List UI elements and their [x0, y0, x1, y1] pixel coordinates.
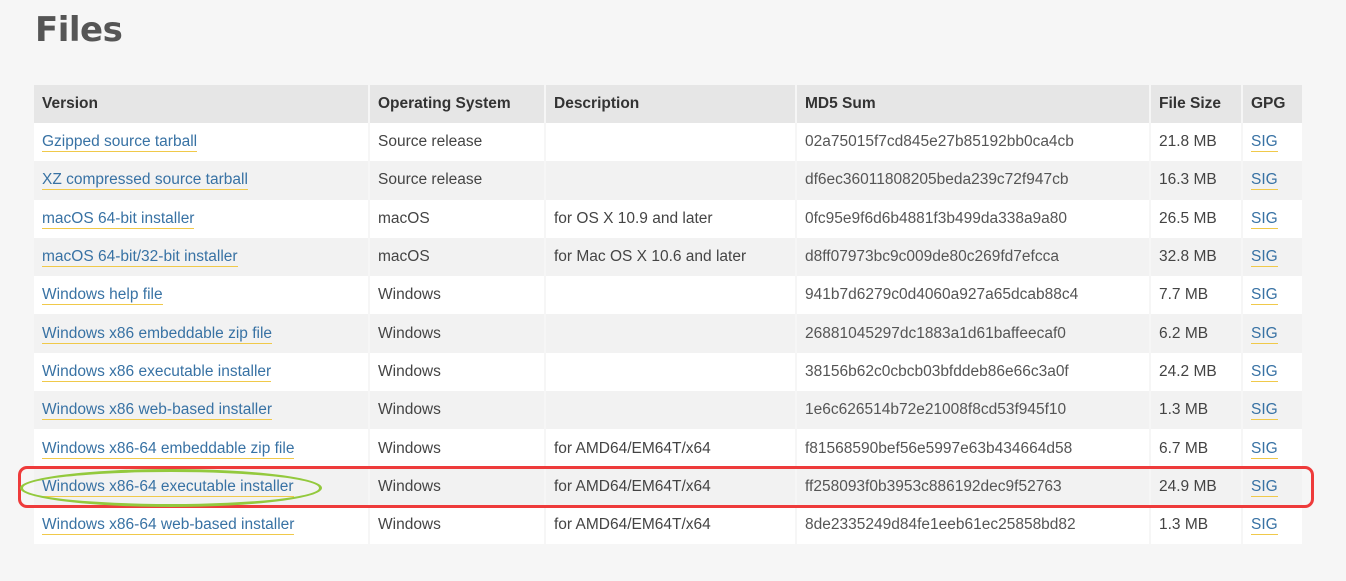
- gpg-sig-link[interactable]: SIG: [1251, 171, 1278, 191]
- header-operating-system: Operating System: [369, 85, 546, 123]
- header-md5-sum: MD5 Sum: [796, 85, 1151, 123]
- gpg-sig-link[interactable]: SIG: [1251, 248, 1278, 268]
- gpg-sig-link[interactable]: SIG: [1251, 362, 1278, 382]
- md5-cell: 1e6c626514b72e21008f8cd53f945f10: [796, 391, 1151, 430]
- description-cell: [545, 352, 797, 392]
- gpg-sig-link[interactable]: SIG: [1251, 209, 1278, 229]
- size-cell: 6.2 MB: [1150, 314, 1243, 353]
- version-link[interactable]: Windows x86-64 embeddable zip file: [42, 439, 295, 459]
- version-link[interactable]: Windows help file: [42, 286, 163, 306]
- table-row: Windows x86 web-based installer Windows …: [34, 391, 1302, 430]
- os-cell: Windows: [369, 352, 546, 392]
- table-row: Windows x86-64 embeddable zip file Windo…: [34, 429, 1302, 468]
- size-cell: 1.3 MB: [1150, 391, 1243, 430]
- version-link[interactable]: Windows x86 embeddable zip file: [42, 324, 273, 344]
- os-cell: Windows: [369, 314, 546, 353]
- table-row: macOS 64-bit installer macOS for OS X 10…: [34, 199, 1302, 238]
- size-cell: 6.7 MB: [1150, 429, 1243, 468]
- header-description: Description: [545, 85, 797, 123]
- md5-cell: ff258093f0b3953c886192dec9f52763: [796, 467, 1151, 506]
- os-cell: Source release: [369, 161, 546, 200]
- gpg-sig-link[interactable]: SIG: [1251, 439, 1278, 459]
- size-cell: 1.3 MB: [1150, 505, 1243, 545]
- md5-cell: 0fc95e9f6d6b4881f3b499da338a9a80: [796, 199, 1151, 238]
- description-cell: [545, 314, 797, 353]
- version-link[interactable]: Windows x86-64 web-based installer: [42, 516, 295, 536]
- md5-cell: 26881045297dc1883a1d61baffeecaf0: [796, 314, 1151, 353]
- gpg-sig-link[interactable]: SIG: [1251, 516, 1278, 536]
- size-cell: 24.2 MB: [1150, 352, 1243, 392]
- md5-cell: 8de2335249d84fe1eeb61ec25858bd82: [796, 505, 1151, 545]
- description-cell: [545, 276, 797, 315]
- description-cell: for AMD64/EM64T/x64: [545, 467, 797, 506]
- size-cell: 24.9 MB: [1150, 467, 1243, 506]
- gpg-sig-link[interactable]: SIG: [1251, 286, 1278, 306]
- version-link[interactable]: XZ compressed source tarball: [42, 171, 248, 191]
- table-row: XZ compressed source tarball Source rele…: [34, 161, 1302, 200]
- gpg-sig-link[interactable]: SIG: [1251, 133, 1278, 153]
- description-cell: [545, 391, 797, 430]
- version-link[interactable]: macOS 64-bit/32-bit installer: [42, 248, 238, 268]
- os-cell: Windows: [369, 505, 546, 545]
- table-row: macOS 64-bit/32-bit installer macOS for …: [34, 237, 1302, 277]
- description-cell: [545, 123, 797, 162]
- md5-cell: f81568590bef56e5997e63b434664d58: [796, 429, 1151, 468]
- version-link-highlighted[interactable]: Windows x86-64 executable installer: [42, 477, 294, 497]
- gpg-sig-link[interactable]: SIG: [1251, 477, 1278, 497]
- version-link[interactable]: Gzipped source tarball: [42, 133, 198, 153]
- description-cell: for OS X 10.9 and later: [545, 199, 797, 238]
- description-cell: [545, 161, 797, 200]
- os-cell: macOS: [369, 237, 546, 277]
- size-cell: 7.7 MB: [1150, 276, 1243, 315]
- description-cell: for AMD64/EM64T/x64: [545, 505, 797, 545]
- os-cell: Source release: [369, 123, 546, 162]
- os-cell: Windows: [369, 429, 546, 468]
- size-cell: 32.8 MB: [1150, 237, 1243, 277]
- table-header-row: Version Operating System Description MD5…: [34, 85, 1302, 123]
- version-link[interactable]: macOS 64-bit installer: [42, 209, 195, 229]
- files-table: Version Operating System Description MD5…: [34, 85, 1302, 545]
- header-gpg: GPG: [1242, 85, 1302, 123]
- os-cell: Windows: [369, 391, 546, 430]
- files-page: Files Version Operating System Descripti…: [0, 0, 1346, 581]
- os-cell: Windows: [369, 276, 546, 315]
- description-cell: for Mac OS X 10.6 and later: [545, 237, 797, 277]
- os-cell: macOS: [369, 199, 546, 238]
- table-row: Gzipped source tarball Source release 02…: [34, 123, 1302, 162]
- md5-cell: df6ec36011808205beda239c72f947cb: [796, 161, 1151, 200]
- version-link[interactable]: Windows x86 executable installer: [42, 362, 272, 382]
- table-row-highlighted: Windows x86-64 executable installer Wind…: [34, 467, 1302, 506]
- table-row: Windows help file Windows 941b7d6279c0d4…: [34, 276, 1302, 315]
- md5-cell: 02a75015f7cd845e27b85192bb0ca4cb: [796, 123, 1151, 162]
- os-cell: Windows: [369, 467, 546, 506]
- version-link[interactable]: Windows x86 web-based installer: [42, 401, 273, 421]
- header-version: Version: [34, 85, 370, 123]
- size-cell: 16.3 MB: [1150, 161, 1243, 200]
- size-cell: 21.8 MB: [1150, 123, 1243, 162]
- header-file-size: File Size: [1150, 85, 1243, 123]
- gpg-sig-link[interactable]: SIG: [1251, 401, 1278, 421]
- page-title: Files: [35, 10, 123, 50]
- gpg-sig-link[interactable]: SIG: [1251, 324, 1278, 344]
- md5-cell: 941b7d6279c0d4060a927a65dcab88c4: [796, 276, 1151, 315]
- table-row: Windows x86-64 web-based installer Windo…: [34, 505, 1302, 545]
- table-row: Windows x86 embeddable zip file Windows …: [34, 314, 1302, 353]
- size-cell: 26.5 MB: [1150, 199, 1243, 238]
- md5-cell: 38156b62c0cbcb03bfddeb86e66c3a0f: [796, 352, 1151, 392]
- description-cell: for AMD64/EM64T/x64: [545, 429, 797, 468]
- md5-cell: d8ff07973bc9c009de80c269fd7efcca: [796, 237, 1151, 277]
- table-row: Windows x86 executable installer Windows…: [34, 352, 1302, 392]
